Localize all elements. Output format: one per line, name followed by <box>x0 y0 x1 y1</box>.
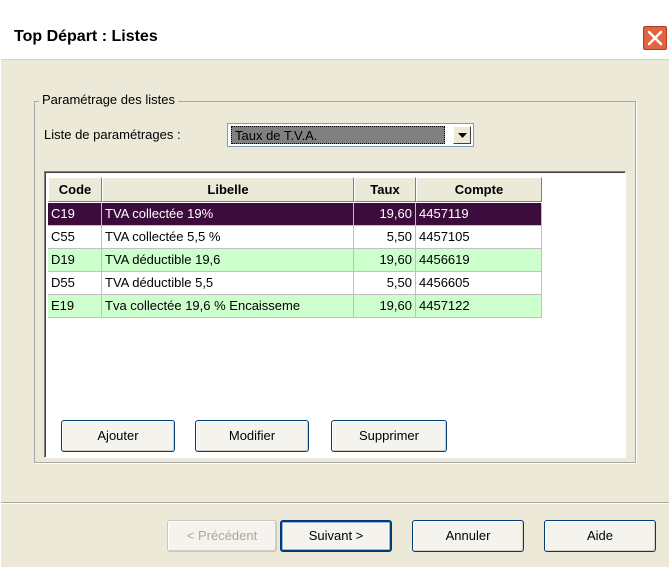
cell-taux: 5,50 <box>354 272 416 295</box>
cell-compte: 4457119 <box>416 203 542 226</box>
column-header-libelle[interactable]: Libelle <box>102 177 354 202</box>
group-legend: Paramétrage des listes <box>39 92 178 107</box>
list-type-select[interactable]: Taux de T.V.A. <box>227 123 474 147</box>
column-header-taux[interactable]: Taux <box>354 177 416 202</box>
chevron-down-icon <box>458 133 467 138</box>
close-button[interactable] <box>642 25 668 51</box>
delete-button[interactable]: Supprimer <box>331 420 447 452</box>
title-bar: Top Départ : Listes <box>1 0 669 60</box>
cell-libelle: Tva collectée 19,6 % Encaisseme <box>102 295 354 318</box>
table-row[interactable]: E19 Tva collectée 19,6 % Encaisseme 19,60 4… <box>48 295 542 318</box>
footer-separator <box>1 502 669 504</box>
cell-code: D19 <box>48 249 102 272</box>
table-row[interactable]: C55 TVA collectée 5,5 % 5,50 4457105 <box>48 226 542 249</box>
dialog-window: Top Départ : Listes Paramétrage des list… <box>0 0 669 567</box>
list-type-value: Taux de T.V.A. <box>231 126 445 144</box>
cell-taux: 5,50 <box>354 226 416 249</box>
table-row[interactable]: D19 TVA déductible 19,6 19,60 4456619 <box>48 249 542 272</box>
next-button[interactable]: Suivant > <box>280 520 392 552</box>
dropdown-button[interactable] <box>453 126 471 144</box>
cell-taux: 19,60 <box>354 249 416 272</box>
cell-compte: 4456619 <box>416 249 542 272</box>
cell-code: C19 <box>48 203 102 226</box>
edit-button[interactable]: Modifier <box>195 420 309 452</box>
cell-compte: 4457105 <box>416 226 542 249</box>
cell-libelle: TVA collectée 19% <box>102 203 354 226</box>
previous-button[interactable]: < Précédent <box>167 520 277 552</box>
column-header-code[interactable]: Code <box>48 177 102 202</box>
cell-taux: 19,60 <box>354 203 416 226</box>
table-row[interactable]: C19 TVA collectée 19% 19,60 4457119 <box>48 203 542 226</box>
cell-code: C55 <box>48 226 102 249</box>
cell-libelle: TVA déductible 5,5 <box>102 272 354 295</box>
cell-libelle: TVA déductible 19,6 <box>102 249 354 272</box>
cell-compte: 4456605 <box>416 272 542 295</box>
help-button[interactable]: Aide <box>544 520 656 552</box>
window-title: Top Départ : Listes <box>14 28 158 45</box>
add-button[interactable]: Ajouter <box>61 420 175 452</box>
table-row[interactable]: D55 TVA déductible 5,5 5,50 4456605 <box>48 272 542 295</box>
cell-compte: 4457122 <box>416 295 542 318</box>
cell-code: E19 <box>48 295 102 318</box>
cell-taux: 19,60 <box>354 295 416 318</box>
column-header-compte[interactable]: Compte <box>416 177 542 202</box>
cell-code: D55 <box>48 272 102 295</box>
close-icon <box>647 30 663 46</box>
combo-label: Liste de paramétrages : <box>44 127 181 142</box>
cancel-button[interactable]: Annuler <box>412 520 524 552</box>
cell-libelle: TVA collectée 5,5 % <box>102 226 354 249</box>
